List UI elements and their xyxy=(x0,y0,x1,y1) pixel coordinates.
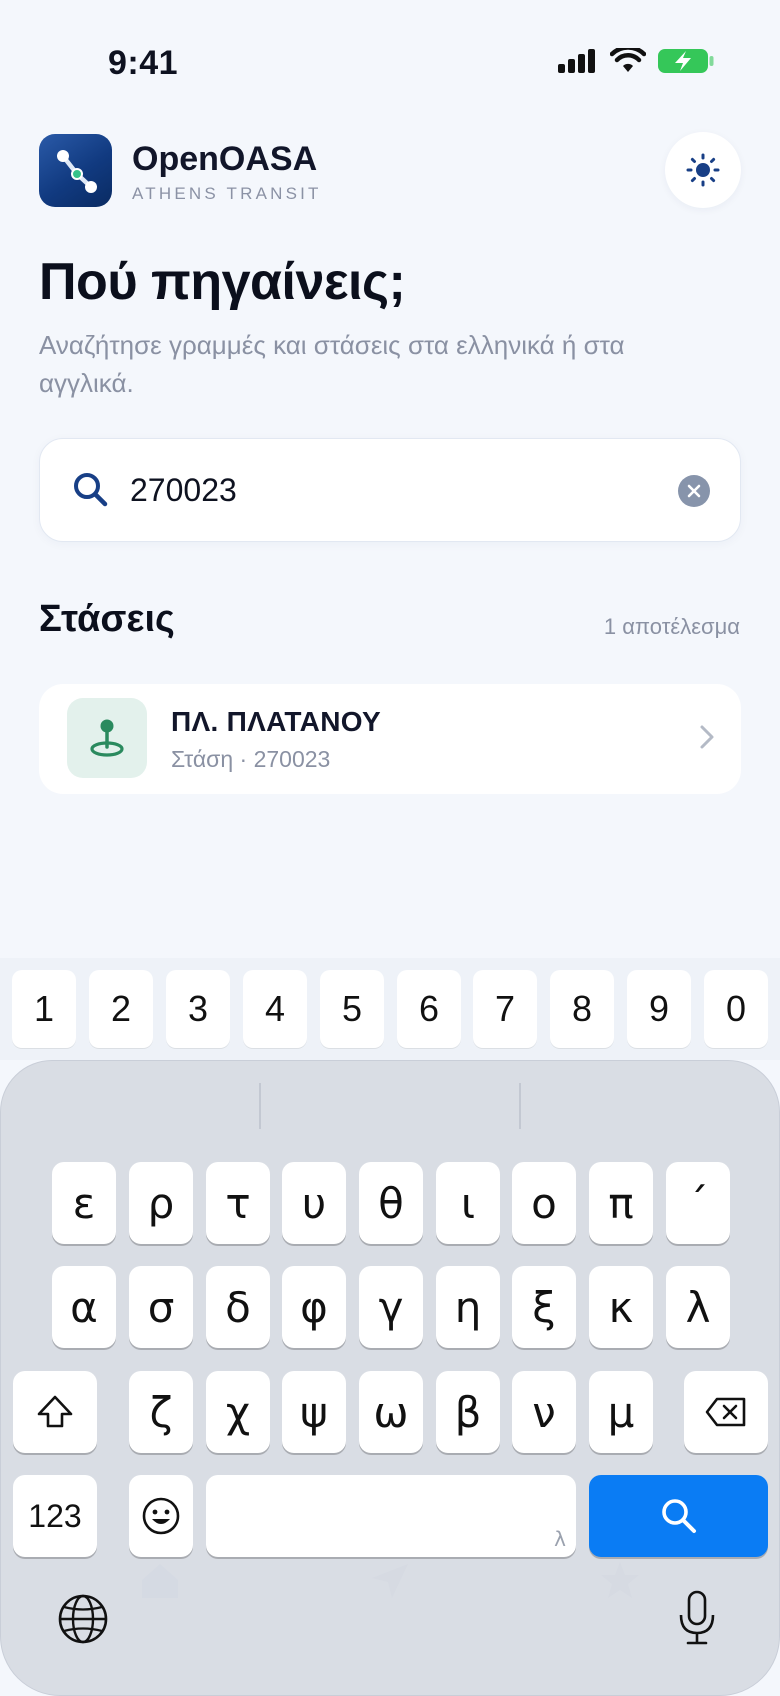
key-delta[interactable]: δ xyxy=(206,1266,270,1348)
status-bar: 9:41 xyxy=(0,0,780,120)
key-xi[interactable]: ξ xyxy=(512,1266,576,1348)
stop-meta: Στάση · 270023 xyxy=(171,746,331,772)
shift-icon xyxy=(37,1395,73,1428)
key-mu[interactable]: μ xyxy=(589,1371,653,1453)
search-icon xyxy=(74,473,108,507)
search-input[interactable] xyxy=(130,459,650,521)
results-section-title: Στάσεις xyxy=(39,598,175,640)
microphone-icon xyxy=(679,1590,715,1645)
key-5[interactable]: 5 xyxy=(320,970,384,1048)
result-count: 1 αποτέλεσμα xyxy=(603,614,740,639)
key-eta[interactable]: η xyxy=(436,1266,500,1348)
key-7[interactable]: 7 xyxy=(473,970,537,1048)
key-1[interactable]: 1 xyxy=(12,970,76,1048)
key-theta[interactable]: θ xyxy=(359,1162,423,1244)
suggestion-divider xyxy=(259,1083,261,1129)
key-alpha[interactable]: α xyxy=(52,1266,116,1348)
emoji-icon xyxy=(142,1497,180,1535)
status-icons xyxy=(558,48,714,74)
key-kappa[interactable]: κ xyxy=(589,1266,653,1348)
result-item-stop[interactable]: ΠΛ. ΠΛΑΤΑΝΟΥ Στάση · 270023 xyxy=(39,684,741,794)
space-hint: λ xyxy=(554,1527,566,1551)
key-psi[interactable]: ψ xyxy=(282,1371,346,1453)
key-chi[interactable]: χ xyxy=(206,1371,270,1453)
key-iota[interactable]: ι xyxy=(436,1162,500,1244)
key-sigma[interactable]: σ xyxy=(129,1266,193,1348)
key-nu[interactable]: ν xyxy=(512,1371,576,1453)
stop-name: ΠΛ. ΠΛΑΤΑΝΟΥ xyxy=(171,706,381,737)
key-4[interactable]: 4 xyxy=(243,970,307,1048)
chevron-right-icon xyxy=(700,725,714,749)
stop-icon-box xyxy=(67,698,147,778)
shift-key[interactable] xyxy=(13,1371,97,1453)
search-icon xyxy=(661,1499,696,1533)
key-3[interactable]: 3 xyxy=(166,970,230,1048)
search-box[interactable] xyxy=(39,438,741,542)
key-omega[interactable]: ω xyxy=(359,1371,423,1453)
key-omicron[interactable]: ο xyxy=(512,1162,576,1244)
number-row: 1 2 3 4 5 6 7 8 9 0 xyxy=(0,958,780,1060)
key-0[interactable]: 0 xyxy=(704,970,768,1048)
key-rho[interactable]: ρ xyxy=(129,1162,193,1244)
key-gamma[interactable]: γ xyxy=(359,1266,423,1348)
close-icon xyxy=(687,484,701,498)
clear-search-button[interactable] xyxy=(678,475,710,507)
key-tau[interactable]: τ xyxy=(206,1162,270,1244)
key-2[interactable]: 2 xyxy=(89,970,153,1048)
key-6[interactable]: 6 xyxy=(397,970,461,1048)
theme-toggle-button[interactable] xyxy=(665,132,741,208)
page-subtitle: Αναζήτησε γραμμές και στάσεις στα ελληνι… xyxy=(39,330,625,398)
keyboard-search-key[interactable] xyxy=(589,1475,768,1557)
key-8[interactable]: 8 xyxy=(550,970,614,1048)
sun-icon xyxy=(686,153,720,187)
key-lambda[interactable]: λ xyxy=(666,1266,730,1348)
key-upsilon[interactable]: υ xyxy=(282,1162,346,1244)
route-logo-icon xyxy=(57,150,97,193)
dictation-button[interactable] xyxy=(677,1589,717,1652)
numbers-mode-key[interactable]: 123 xyxy=(13,1475,97,1557)
wifi-icon xyxy=(610,48,646,72)
app-name: OpenOASA xyxy=(132,140,318,178)
key-pi[interactable]: π xyxy=(589,1162,653,1244)
space-key[interactable]: λ xyxy=(206,1475,576,1557)
key-accent[interactable]: ´ xyxy=(666,1162,730,1244)
keyboard: ε ρ τ υ θ ι ο π ´ α σ δ φ γ η ξ κ λ ζ χ … xyxy=(0,1060,780,1696)
signal-icon xyxy=(558,49,595,73)
key-epsilon[interactable]: ε xyxy=(52,1162,116,1244)
battery-charging-icon xyxy=(658,49,714,73)
suggestion-divider xyxy=(519,1083,521,1129)
globe-icon xyxy=(58,1594,108,1644)
backspace-key[interactable] xyxy=(684,1371,768,1453)
key-zeta[interactable]: ζ xyxy=(129,1371,193,1453)
key-9[interactable]: 9 xyxy=(627,970,691,1048)
app-subtitle: ATHENS TRANSIT xyxy=(132,184,322,203)
backspace-icon xyxy=(705,1397,746,1427)
status-time: 9:41 xyxy=(108,44,179,82)
app-logo xyxy=(39,134,112,207)
page-title: Πού πηγαίνεις; xyxy=(39,253,406,311)
globe-button[interactable] xyxy=(57,1593,109,1650)
key-beta[interactable]: β xyxy=(436,1371,500,1453)
emoji-key[interactable] xyxy=(129,1475,193,1557)
key-phi[interactable]: φ xyxy=(282,1266,346,1348)
map-pin-icon xyxy=(90,719,124,757)
